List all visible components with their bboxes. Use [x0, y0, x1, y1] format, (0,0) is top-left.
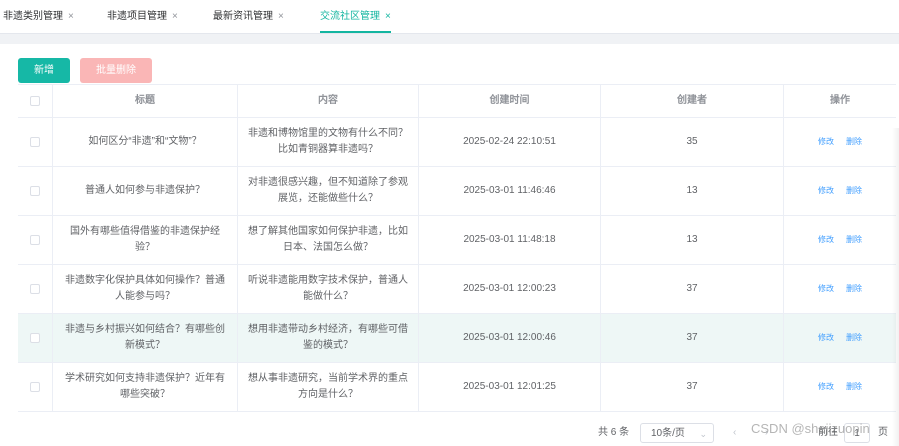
row-title: 普通人如何参与非遗保护？	[53, 167, 238, 215]
edit-link[interactable]: 修改	[818, 183, 834, 199]
row-check-cell	[18, 265, 53, 313]
row-title: 如何区分“非遗”和“文物”？	[53, 118, 238, 166]
row-creator: 13	[601, 216, 784, 264]
header-created-at: 创建时间	[419, 85, 601, 117]
delete-link[interactable]: 删除	[846, 134, 862, 150]
tab-bar: 非遗类别管理 × 非遗项目管理 × 最新资讯管理 × 交流社区管理 ×	[0, 0, 899, 34]
tab-news-management[interactable]: 最新资讯管理 ×	[213, 0, 284, 33]
main-panel: 新增 批量删除 标题 内容 创建时间 创建者 操作 如何区分“非遗”和“文物”？…	[4, 44, 899, 446]
row-checkbox[interactable]	[30, 382, 40, 392]
row-content: 想从事非遗研究，当前学术界的重点方向是什么？	[238, 363, 419, 411]
select-all-checkbox[interactable]	[30, 96, 40, 106]
tab-category-management[interactable]: 非遗类别管理 ×	[3, 0, 74, 33]
edit-link[interactable]: 修改	[818, 281, 834, 297]
close-icon[interactable]: ×	[68, 11, 74, 22]
edit-link[interactable]: 修改	[818, 379, 834, 395]
row-creator: 37	[601, 363, 784, 411]
header-creator: 创建者	[601, 85, 784, 117]
delete-link[interactable]: 删除	[846, 330, 862, 346]
community-table: 标题 内容 创建时间 创建者 操作 如何区分“非遗”和“文物”？ 非遗和博物馆里…	[18, 84, 896, 412]
edit-link[interactable]: 修改	[818, 330, 834, 346]
row-creator: 37	[601, 265, 784, 313]
row-content: 对非遗很感兴趣，但不知道除了参观展览，还能做些什么？	[238, 167, 419, 215]
row-check-cell	[18, 314, 53, 362]
row-checkbox[interactable]	[30, 284, 40, 294]
page-size-select[interactable]: 10条/页 ⌄	[640, 423, 714, 443]
delete-link[interactable]: 删除	[846, 183, 862, 199]
row-created-at: 2025-02-24 22:10:51	[419, 118, 601, 166]
select-all-cell	[18, 85, 53, 117]
row-actions: 修改 删除	[784, 265, 896, 313]
row-actions: 修改 删除	[784, 216, 896, 264]
close-icon[interactable]: ×	[385, 11, 391, 22]
tab-project-management[interactable]: 非遗项目管理 ×	[107, 0, 178, 33]
row-content: 想了解其他国家如何保护非遗，比如日本、法国怎么做？	[238, 216, 419, 264]
watermark: CSDN @shejizuopin	[751, 421, 870, 436]
row-title: 非遗数字化保护具体如何操作？普通人能参与吗？	[53, 265, 238, 313]
row-checkbox[interactable]	[30, 333, 40, 343]
row-content: 听说非遗能用数字技术保护，普通人能做什么？	[238, 265, 419, 313]
close-icon[interactable]: ×	[172, 11, 178, 22]
tab-label: 交流社区管理	[320, 11, 380, 22]
row-check-cell	[18, 167, 53, 215]
edit-link[interactable]: 修改	[818, 232, 834, 248]
row-created-at: 2025-03-01 12:00:46	[419, 314, 601, 362]
header-actions: 操作	[830, 95, 850, 106]
row-created-at: 2025-03-01 12:01:25	[419, 363, 601, 411]
row-creator: 13	[601, 167, 784, 215]
row-title: 非遗与乡村振兴如何结合？有哪些创新模式？	[53, 314, 238, 362]
pagination-total: 共 6 条	[598, 427, 630, 438]
row-checkbox[interactable]	[30, 235, 40, 245]
page-suffix: 页	[878, 427, 888, 438]
edit-link[interactable]: 修改	[818, 134, 834, 150]
tab-label: 非遗项目管理	[107, 11, 167, 22]
row-creator: 37	[601, 314, 784, 362]
row-title: 学术研究如何支持非遗保护？近年有哪些突破？	[53, 363, 238, 411]
row-content: 非遗和博物馆里的文物有什么不同？比如青铜器算非遗吗？	[238, 118, 419, 166]
row-created-at: 2025-03-01 11:48:18	[419, 216, 601, 264]
row-created-at: 2025-03-01 11:46:46	[419, 167, 601, 215]
delete-link[interactable]: 删除	[846, 379, 862, 395]
page-size-value: 10条/页	[651, 428, 685, 439]
table-row: 非遗数字化保护具体如何操作？普通人能参与吗？ 听说非遗能用数字技术保护，普通人能…	[18, 265, 896, 314]
close-icon[interactable]: ×	[278, 11, 284, 22]
tab-label: 非遗类别管理	[3, 11, 63, 22]
row-checkbox[interactable]	[30, 186, 40, 196]
row-actions: 修改 删除	[784, 167, 896, 215]
row-actions: 修改 删除	[784, 363, 896, 411]
tab-community-management[interactable]: 交流社区管理 ×	[320, 0, 391, 33]
table-row: 非遗与乡村振兴如何结合？有哪些创新模式？ 想用非遗带动乡村经济，有哪些可借鉴的模…	[18, 314, 896, 363]
header-content: 内容	[238, 85, 419, 117]
row-created-at: 2025-03-01 12:00:23	[419, 265, 601, 313]
table-header: 标题 内容 创建时间 创建者 操作	[18, 85, 896, 118]
row-actions: 修改 删除	[784, 118, 896, 166]
fixed-column-shadow	[892, 128, 899, 446]
prev-page-button[interactable]: ‹	[733, 423, 736, 443]
table-row: 如何区分“非遗”和“文物”？ 非遗和博物馆里的文物有什么不同？比如青铜器算非遗吗…	[18, 118, 896, 167]
delete-link[interactable]: 删除	[846, 281, 862, 297]
delete-link[interactable]: 删除	[846, 232, 862, 248]
header-title: 标题	[53, 85, 238, 117]
table-row: 国外有哪些值得借鉴的非遗保护经验？ 想了解其他国家如何保护非遗，比如日本、法国怎…	[18, 216, 896, 265]
page-background	[0, 34, 899, 44]
table-row: 学术研究如何支持非遗保护？近年有哪些突破？ 想从事非遗研究，当前学术界的重点方向…	[18, 363, 896, 412]
row-title: 国外有哪些值得借鉴的非遗保护经验？	[53, 216, 238, 264]
chevron-down-icon: ⌄	[699, 429, 707, 439]
tab-label: 最新资讯管理	[213, 11, 273, 22]
row-content: 想用非遗带动乡村经济，有哪些可借鉴的模式？	[238, 314, 419, 362]
row-check-cell	[18, 363, 53, 411]
row-check-cell	[18, 216, 53, 264]
table-row: 普通人如何参与非遗保护？ 对非遗很感兴趣，但不知道除了参观展览，还能做些什么？ …	[18, 167, 896, 216]
row-actions: 修改 删除	[784, 314, 896, 362]
row-checkbox[interactable]	[30, 137, 40, 147]
add-button[interactable]: 新增	[18, 58, 70, 83]
row-check-cell	[18, 118, 53, 166]
batch-delete-button[interactable]: 批量删除	[80, 58, 152, 83]
row-creator: 35	[601, 118, 784, 166]
